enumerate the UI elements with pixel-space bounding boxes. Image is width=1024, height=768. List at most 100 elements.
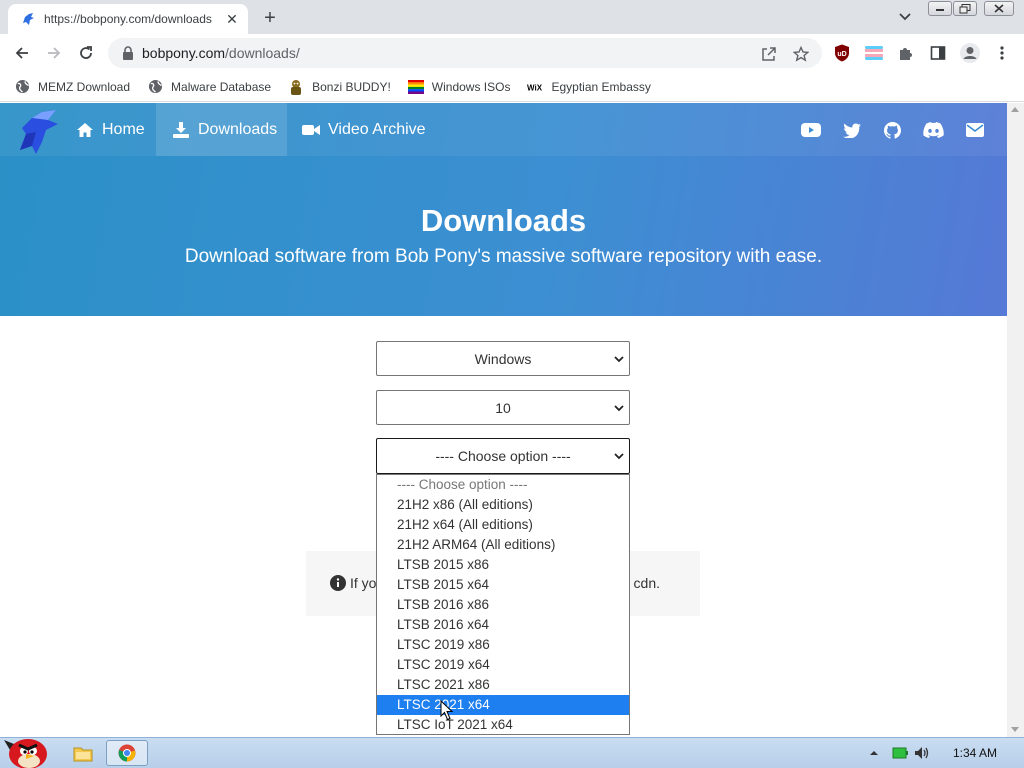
browser-toolbar: bobpony.com/downloads/ uD bbox=[0, 34, 1024, 72]
nav-label: Video Archive bbox=[328, 120, 426, 138]
wix-icon: WiX bbox=[527, 79, 543, 95]
version-select[interactable]: 10 bbox=[376, 390, 630, 425]
dropdown-option[interactable]: LTSB 2015 x86 bbox=[377, 555, 629, 575]
bookmark-label: Bonzi BUDDY! bbox=[312, 79, 391, 94]
nav-downloads[interactable]: Downloads bbox=[156, 103, 287, 156]
battery-icon[interactable] bbox=[892, 746, 908, 760]
volume-icon[interactable] bbox=[914, 746, 930, 760]
extensions-puzzle-icon[interactable] bbox=[894, 41, 918, 65]
bobpony-logo[interactable] bbox=[12, 106, 62, 156]
forward-button[interactable] bbox=[42, 41, 66, 65]
hero-banner: Home Downloads Video Archive Downloads D… bbox=[0, 103, 1007, 316]
browser-tab[interactable]: https://bobpony.com/downloads ✕ bbox=[8, 4, 248, 34]
tab-title: https://bobpony.com/downloads bbox=[44, 12, 212, 26]
youtube-icon[interactable] bbox=[801, 121, 821, 139]
dropdown-option[interactable]: LTSC 2021 x86 bbox=[377, 675, 629, 695]
lock-icon bbox=[123, 46, 133, 60]
nav-label: Downloads bbox=[198, 120, 278, 138]
dropdown-option[interactable]: 21H2 x86 (All editions) bbox=[377, 495, 629, 515]
bookmark-windows-isos[interactable]: Windows ISOs bbox=[407, 79, 511, 95]
mouse-cursor-icon bbox=[440, 700, 454, 721]
dropdown-option[interactable]: 21H2 ARM64 (All editions) bbox=[377, 535, 629, 555]
chevron-down-icon bbox=[614, 356, 624, 363]
page-subtitle: Download software from Bob Pony's massiv… bbox=[184, 246, 823, 267]
dropdown-option-highlighted[interactable]: LTSC 2021 x64 bbox=[377, 695, 629, 715]
tray-expand-icon[interactable] bbox=[866, 746, 882, 760]
start-button-angry-bird-icon[interactable] bbox=[2, 730, 50, 768]
email-icon[interactable] bbox=[965, 121, 985, 139]
pride-extension-icon[interactable] bbox=[862, 41, 886, 65]
tab-search-icon[interactable] bbox=[895, 8, 915, 26]
menu-kebab-icon[interactable] bbox=[990, 41, 1014, 65]
edition-select[interactable]: ---- Choose option ---- bbox=[376, 438, 630, 474]
minimize-button[interactable] bbox=[928, 1, 952, 16]
chrome-taskbar-icon[interactable] bbox=[106, 740, 148, 766]
address-host: bobpony.com bbox=[142, 45, 226, 61]
bookmark-egyptian-embassy[interactable]: WiX Egyptian Embassy bbox=[527, 79, 650, 95]
edition-select-value: ---- Choose option ---- bbox=[435, 448, 571, 464]
close-window-button[interactable] bbox=[984, 1, 1014, 16]
discord-icon[interactable] bbox=[922, 121, 944, 139]
site-navbar: Home Downloads Video Archive bbox=[0, 103, 1007, 156]
bookmark-star-icon[interactable] bbox=[792, 45, 810, 63]
file-explorer-taskbar-icon[interactable] bbox=[62, 740, 104, 766]
download-icon bbox=[172, 121, 190, 138]
bookmark-label: Malware Database bbox=[171, 79, 272, 94]
bookmark-label: Egyptian Embassy bbox=[551, 79, 651, 94]
restore-button[interactable] bbox=[953, 1, 977, 16]
os-select-value: Windows bbox=[474, 350, 532, 367]
ublock-text: uD bbox=[837, 51, 846, 58]
globe-icon bbox=[147, 79, 163, 95]
dropdown-option[interactable]: LTSB 2016 x86 bbox=[377, 595, 629, 615]
chevron-down-icon bbox=[614, 405, 624, 412]
rainbow-flag-icon bbox=[407, 79, 424, 95]
page-title: Downloads bbox=[420, 203, 587, 238]
edition-dropdown-list: ---- Choose option ---- 21H2 x86 (All ed… bbox=[376, 474, 630, 735]
wix-text: WiX bbox=[527, 83, 543, 91]
bookmark-label: Windows ISOs bbox=[431, 79, 511, 94]
reload-button[interactable] bbox=[74, 41, 98, 65]
nav-home[interactable]: Home bbox=[76, 103, 145, 156]
info-icon bbox=[330, 575, 346, 591]
chevron-down-icon bbox=[614, 453, 624, 460]
dropdown-option[interactable]: LTSC 2019 x64 bbox=[377, 655, 629, 675]
twitter-icon[interactable] bbox=[842, 121, 862, 139]
home-icon bbox=[76, 122, 94, 138]
taskbar-clock[interactable]: 1:34 AM bbox=[940, 746, 1010, 760]
share-icon[interactable] bbox=[760, 45, 778, 63]
bookmark-bonzi-buddy[interactable]: Bonzi BUDDY! bbox=[288, 79, 391, 95]
bookmark-malware-database[interactable]: Malware Database bbox=[147, 79, 271, 95]
tab-close-icon[interactable]: ✕ bbox=[224, 11, 240, 27]
bonzi-icon bbox=[288, 79, 304, 95]
new-tab-button[interactable]: + bbox=[258, 6, 282, 30]
dropdown-option[interactable]: LTSC 2019 x86 bbox=[377, 635, 629, 655]
ublock-icon[interactable]: uD bbox=[830, 41, 854, 65]
github-icon[interactable] bbox=[882, 121, 902, 139]
video-icon bbox=[302, 122, 320, 138]
bookmark-label: MEMZ Download bbox=[38, 79, 131, 94]
scroll-up-icon[interactable] bbox=[1011, 107, 1019, 112]
os-select[interactable]: Windows bbox=[376, 341, 630, 376]
profile-avatar-icon[interactable] bbox=[958, 41, 982, 65]
notice-text-left: If yo bbox=[350, 575, 377, 591]
dropdown-option[interactable]: LTSB 2015 x64 bbox=[377, 575, 629, 595]
tab-strip: https://bobpony.com/downloads ✕ + bbox=[0, 0, 1024, 34]
nav-label: Home bbox=[102, 120, 145, 138]
globe-icon bbox=[14, 79, 30, 95]
bobpony-favicon-icon bbox=[23, 13, 34, 25]
dropdown-option[interactable]: 21H2 x64 (All editions) bbox=[377, 515, 629, 535]
nav-video-archive[interactable]: Video Archive bbox=[302, 103, 426, 156]
taskbar: 1:34 AM bbox=[0, 737, 1024, 768]
scroll-down-icon[interactable] bbox=[1011, 727, 1019, 732]
notice-text-right: cdn. bbox=[633, 575, 660, 591]
address-bar[interactable]: bobpony.com/downloads/ bbox=[108, 38, 822, 68]
back-button[interactable] bbox=[10, 41, 34, 65]
dropdown-option[interactable]: LTSB 2016 x64 bbox=[377, 615, 629, 635]
dropdown-option[interactable]: ---- Choose option ---- bbox=[377, 475, 629, 495]
version-select-value: 10 bbox=[495, 399, 511, 416]
side-panel-icon[interactable] bbox=[926, 41, 950, 65]
page-scrollbar[interactable] bbox=[1007, 103, 1024, 737]
bookmarks-bar: MEMZ Download Malware Database Bonzi BUD… bbox=[0, 72, 1024, 102]
bookmark-memz[interactable]: MEMZ Download bbox=[14, 79, 130, 95]
dropdown-option[interactable]: LTSC IoT 2021 x64 bbox=[377, 715, 629, 735]
